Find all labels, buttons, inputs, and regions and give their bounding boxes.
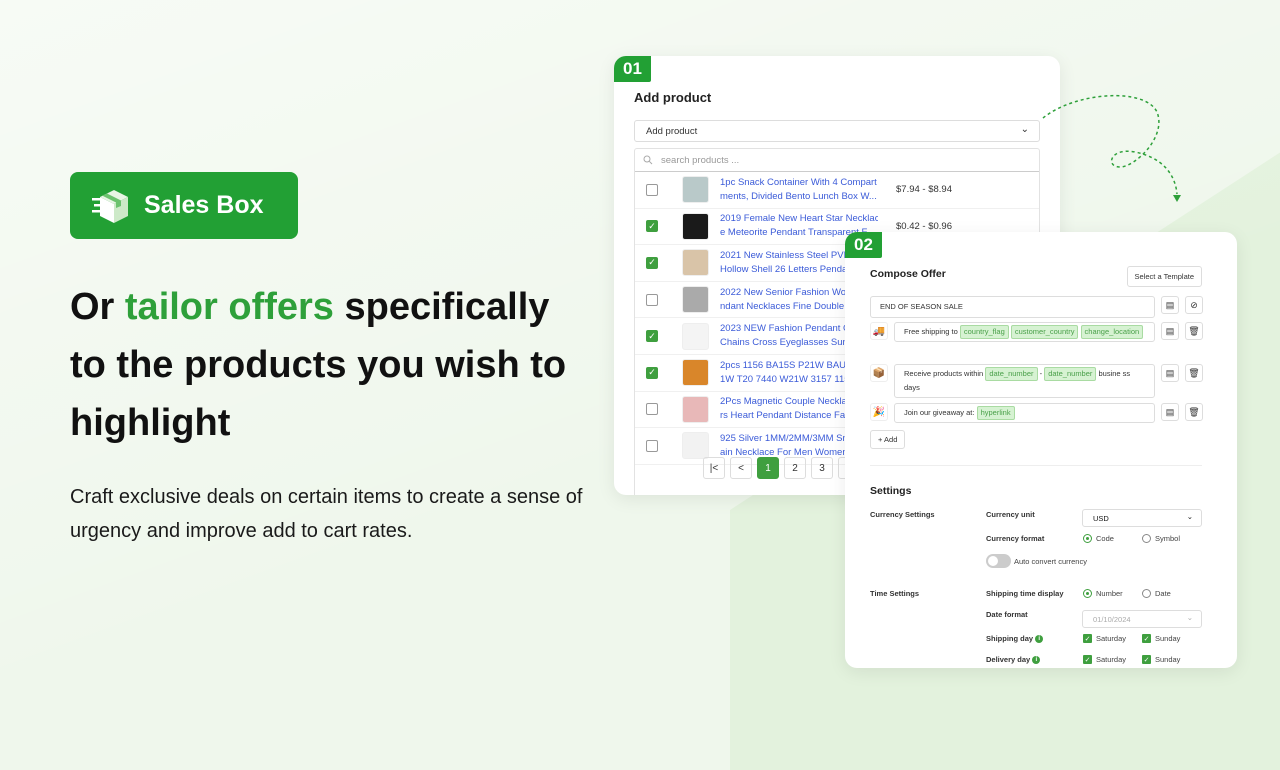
search-input[interactable]: search products ... [635,149,1039,172]
offer-line: 📦 Receive products within date_number - … [870,364,1203,398]
document-icon[interactable]: ▤ [1161,322,1179,340]
document-icon[interactable]: ▤ [1161,296,1179,314]
trash-icon[interactable]: 🗑 [1185,403,1203,421]
panel-title: Compose Offer [870,268,946,280]
compose-offer-panel: 02 Compose Offer Select a Template END O… [845,232,1237,668]
variable-tag[interactable]: customer_country [1010,325,1079,339]
search-icon [643,155,653,165]
product-checkbox[interactable]: ✓ [646,256,658,269]
pagination: |< < 1234 [703,457,860,479]
delivery-sunday-checkbox[interactable]: ✓ Sunday [1142,655,1180,664]
add-product-select[interactable]: Add product ⌄ [634,120,1040,142]
product-checkbox[interactable] [646,183,658,196]
add-line-button[interactable]: + Add [870,430,906,449]
page-button[interactable]: 1 [757,457,779,479]
page-button[interactable]: 2 [784,457,806,479]
radio-date[interactable]: Date [1142,589,1171,598]
info-icon: i [1032,656,1041,665]
info-icon: i [1035,635,1044,644]
delivery-day-label: Delivery day i [986,655,1041,665]
box-icon [92,189,128,223]
product-thumbnail [682,249,709,277]
document-icon[interactable]: ▤ [1161,403,1179,421]
offer-line: 🎉 Join our giveaway at: hyperlink ▤ 🗑 [870,403,1203,423]
offer-line: 🚚 Free shipping to country_flag customer… [870,322,1203,342]
party-icon[interactable]: 🎉 [870,403,888,421]
shipping-saturday-checkbox[interactable]: ✓ Saturday [1083,634,1126,643]
variable-tag[interactable]: change_location [1080,325,1144,339]
chevron-down-icon: ⌄ [1020,124,1029,135]
product-name[interactable]: 1pc Snack Container With 4 Compart ments,… [720,176,878,204]
headline-highlight: tailor offers [124,286,334,328]
product-thumbnail [682,176,709,204]
document-icon[interactable]: ▤ [1161,364,1179,382]
prev-page-button[interactable]: < [730,457,752,479]
radio-symbol[interactable]: Symbol [1142,534,1180,543]
variable-tag[interactable]: hyperlink [976,406,1015,420]
headline: Or tailor offers specifically to the pro… [70,286,567,444]
product-thumbnail [682,212,709,240]
auto-convert-toggle[interactable] [986,554,1011,568]
offer-line-input[interactable]: Join our giveaway at: hyperlink [894,403,1155,423]
chevron-down-icon: ⌄ [1186,613,1193,622]
truck-icon[interactable]: 🚚 [870,322,888,340]
chevron-down-icon: ⌄ [1186,512,1193,521]
variable-tag[interactable]: date_number [1044,367,1097,381]
page-button[interactable]: 3 [811,457,833,479]
divider [870,465,1202,466]
dashed-arrow [1042,94,1181,202]
product-checkbox[interactable]: ✓ [646,330,658,343]
disable-icon[interactable]: ⊘ [1185,296,1203,314]
step-badge: 02 [845,232,882,258]
step-badge: 01 [614,56,651,82]
shipping-sunday-checkbox[interactable]: ✓ Sunday [1142,634,1180,643]
variable-tag[interactable]: date_number [985,367,1038,381]
variable-tag[interactable]: country_flag [959,325,1009,339]
delivery-saturday-checkbox[interactable]: ✓ Saturday [1083,655,1126,664]
product-checkbox[interactable] [646,293,658,306]
box-icon[interactable]: 📦 [870,364,888,382]
trash-icon[interactable]: 🗑 [1185,364,1203,382]
product-checkbox[interactable] [646,403,658,416]
currency-format-label: Currency format [986,534,1045,543]
sales-box-logo: Sales Box [70,172,298,239]
offer-line-input[interactable]: Receive products within date_number - da… [894,364,1155,398]
product-checkbox[interactable] [646,439,658,452]
shipping-day-label: Shipping day i [986,634,1044,644]
product-thumbnail [682,322,709,350]
shipping-display-label: Shipping time display [986,589,1064,598]
select-template-button[interactable]: Select a Template [1126,266,1202,287]
subtext: Craft exclusive deals on certain items t… [70,486,583,542]
panel-title: Add product [634,90,712,105]
product-thumbnail [682,432,709,460]
currency-settings-label: Currency Settings [870,510,935,519]
product-price: $7.94 - $8.94 [896,184,952,196]
currency-unit-label: Currency unit [986,510,1035,519]
radio-code[interactable]: Code [1083,534,1114,543]
product-thumbnail [682,359,709,387]
product-price: $0.42 - $0.96 [896,220,952,232]
currency-unit-select[interactable]: USD ⌄ [1082,509,1202,527]
date-format-select[interactable]: 01/10/2024 ⌄ [1082,610,1202,628]
product-checkbox[interactable]: ✓ [646,366,658,379]
settings-title: Settings [870,485,912,497]
first-page-button[interactable]: |< [703,457,725,479]
product-thumbnail [682,286,709,314]
offer-line-input[interactable]: Free shipping to country_flag customer_c… [894,322,1155,342]
offer-headline-input[interactable]: END OF SEASON SALE [870,296,1155,318]
time-settings-label: Time Settings [870,589,920,598]
product-row[interactable]: 1pc Snack Container With 4 Compart ments,… [635,172,1039,209]
auto-convert-label: Auto convert currency [1014,557,1087,566]
date-format-label: Date format [986,610,1028,619]
brand-name: Sales Box [144,191,264,219]
product-thumbnail [682,395,709,423]
radio-number[interactable]: Number [1083,589,1123,598]
trash-icon[interactable]: 🗑 [1185,322,1203,340]
product-checkbox[interactable]: ✓ [646,220,658,233]
